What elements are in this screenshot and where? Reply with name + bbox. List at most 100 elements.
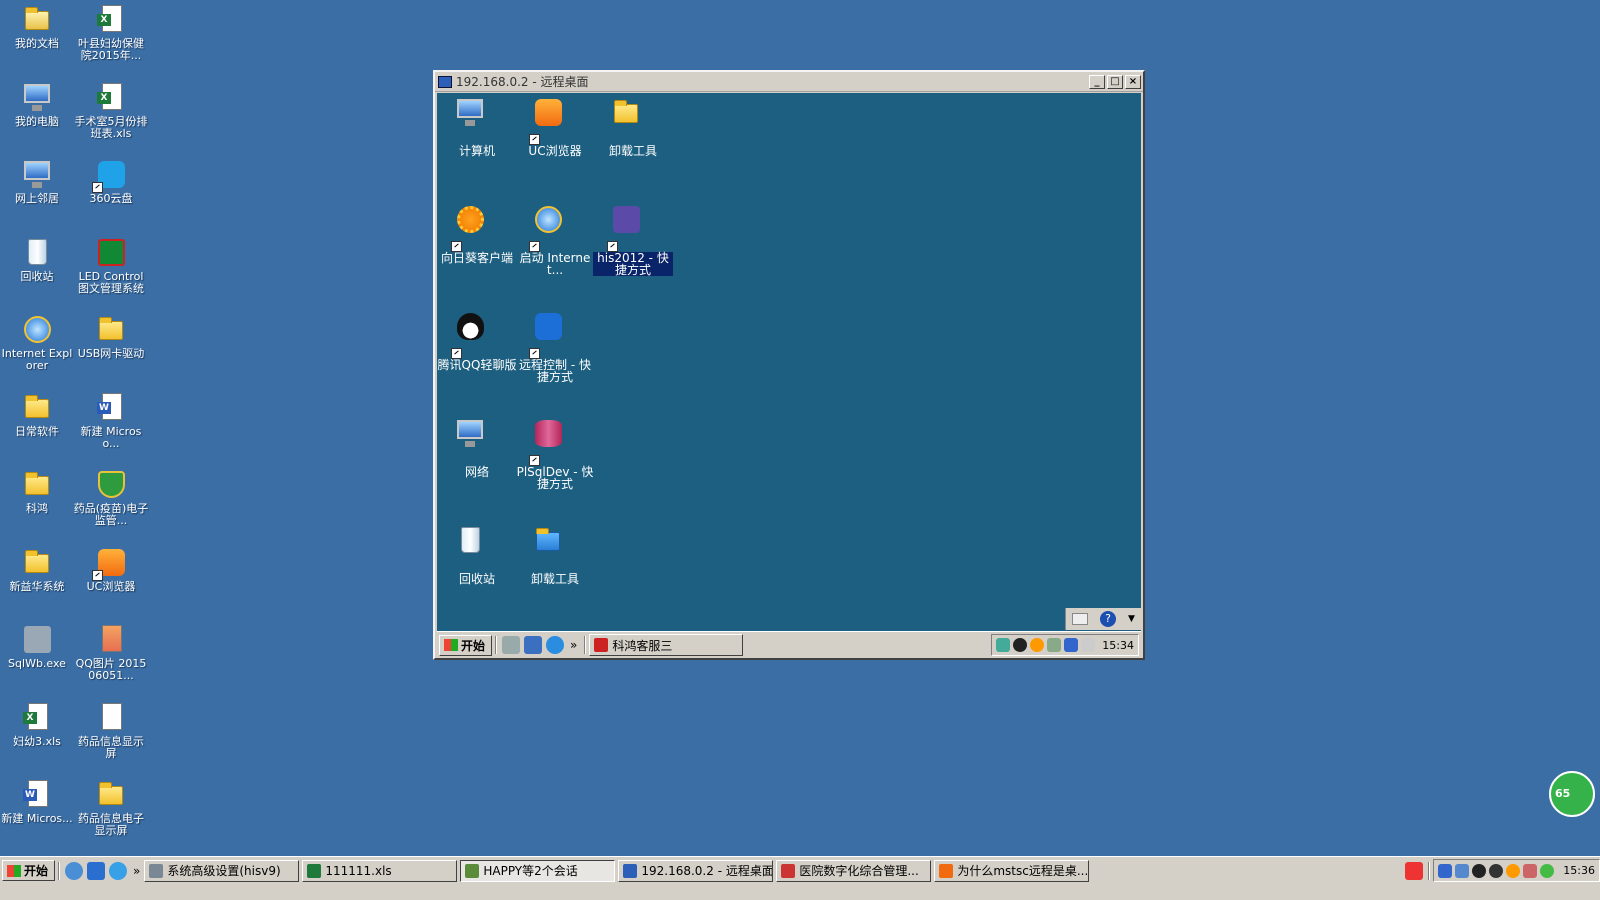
desktop-icon-item[interactable]: 卸载工具 [593, 95, 673, 157]
remote-taskbar: 开始 » 科鸿客服三 15:34 [437, 631, 1141, 658]
desktop-icon-item[interactable]: 卸载工具 [515, 523, 595, 585]
quicklaunch-ie-icon[interactable] [65, 861, 84, 880]
desktop-icon-item[interactable]: 药品信息显示屏 [73, 700, 149, 760]
taskbar-task-button[interactable]: 为什么mstsc远程是桌... [934, 859, 1090, 882]
desktop-icon-item[interactable]: LED Control 图文管理系统 [73, 235, 149, 295]
his-icon [607, 202, 657, 252]
qq-tray-icon[interactable] [1489, 863, 1504, 878]
desktop-icon-item[interactable]: 药品信息电子显示屏 [73, 777, 149, 837]
desktop-icon-label: USB网卡驱动 [77, 347, 145, 360]
shortcut-arrow-icon [607, 241, 618, 252]
desktop-icon-item[interactable]: USB网卡驱动 [73, 312, 149, 360]
task-label: 系统高级设置(hisv9) [167, 864, 281, 878]
image-file-icon [94, 622, 128, 656]
desktop-icon-item[interactable]: W 新建 Microso... [73, 390, 149, 450]
sunflower-tray-icon[interactable] [1506, 863, 1521, 878]
remote-start-button[interactable]: 开始 [439, 634, 493, 656]
task-label: HAPPY等2个会话 [483, 864, 578, 878]
desktop-icon-item[interactable]: 回收站 [0, 235, 75, 283]
remote-window-title: 192.168.0.2 - 远程桌面 [456, 75, 589, 89]
desktop-icon-item[interactable]: 360云盘 [73, 157, 149, 205]
sogou-ime-icon[interactable] [1405, 861, 1424, 880]
volume-muted-icon[interactable] [1081, 638, 1096, 652]
quicklaunch-cloud-icon[interactable] [109, 861, 128, 880]
desktop-icon-label: 360云盘 [89, 192, 133, 205]
close-button[interactable]: × [1125, 74, 1141, 89]
desktop-icon-item[interactable]: 向日葵客户端 [437, 202, 517, 264]
taskbar-task-button[interactable]: 111111.xls [302, 859, 458, 882]
desktop-icon-item[interactable]: X 手术室5月份排班表.xls [73, 80, 149, 140]
qq-tray-icon[interactable] [1013, 638, 1028, 652]
word-file-icon: W [20, 777, 54, 811]
keyboard-icon[interactable] [1072, 613, 1088, 625]
desktop-icon-label: PlSqlDev - 快捷方式 [516, 465, 594, 491]
help-icon[interactable]: ? [1100, 611, 1117, 627]
dropdown-arrow-icon[interactable]: ▼ [1128, 614, 1135, 624]
sunflower-tray-icon[interactable] [1030, 638, 1045, 652]
taskbar-task-button[interactable]: HAPPY等2个会话 [460, 859, 616, 882]
show-desktop-icon[interactable] [524, 636, 543, 654]
remote-toolbar: ? ▼ [1065, 608, 1141, 630]
network-tray-icon[interactable] [1438, 863, 1453, 878]
desktop-icon-item[interactable]: 日常软件 [0, 390, 75, 438]
folder-icon [94, 312, 128, 346]
quicklaunch-app-icon[interactable] [87, 861, 106, 880]
taskbar-task-button[interactable]: 系统高级设置(hisv9) [144, 859, 300, 882]
network-tray-icon[interactable] [1064, 638, 1079, 652]
desktop-icon-item[interactable]: X 妇幼3.xls [0, 700, 75, 748]
taskbar-task-button[interactable]: 192.168.0.2 - 远程桌面 [618, 859, 774, 882]
desktop-icon-label: 腾讯QQ轻聊版 [437, 358, 517, 372]
desktop-icon-item[interactable]: W 新建 Micros... [0, 777, 75, 825]
desktop-icon-label: 妇幼3.xls [13, 734, 61, 748]
start-button[interactable]: 开始 [2, 860, 56, 881]
desktop-icon-item[interactable]: 网上邻居 [0, 157, 75, 205]
desktop-icon-item[interactable]: X 叶县妇幼保健院2015年... [73, 2, 149, 62]
desktop-icon-item[interactable]: his2012 - 快捷方式 [593, 202, 673, 276]
desktop-icon-item[interactable]: 网络 [437, 416, 517, 478]
desktop-icon-item[interactable]: 腾讯QQ轻聊版 [437, 309, 517, 371]
tray-app-icon[interactable] [1540, 863, 1555, 878]
desktop-icon-item[interactable]: 新益华系统 [0, 545, 75, 593]
network-tray-icon[interactable] [1455, 863, 1470, 878]
desktop-icon-item[interactable]: 计算机 [437, 95, 517, 157]
led-control-icon [94, 235, 128, 269]
internet-explorer-icon [529, 202, 579, 252]
internet-explorer-icon[interactable] [546, 636, 565, 654]
tray-app-icon[interactable] [996, 638, 1011, 652]
desktop-icon-item[interactable]: 启动 Internet... [515, 202, 595, 276]
windows-flag-icon [444, 639, 458, 651]
shortcut-arrow-icon [529, 134, 540, 145]
tray-app-icon[interactable] [1523, 863, 1538, 878]
qq-tray-icon[interactable] [1472, 863, 1487, 878]
tray-app-icon[interactable] [1047, 638, 1062, 652]
desktop-icon-label: QQ图片 201506051... [75, 657, 147, 682]
maximize-button[interactable]: □ [1107, 74, 1123, 89]
remote-window-titlebar[interactable]: 192.168.0.2 - 远程桌面 _ □ × [435, 72, 1143, 92]
desktop-icon-item[interactable]: Internet Explorer [0, 312, 75, 372]
more-chevron-icon[interactable]: » [133, 864, 140, 878]
server-manager-icon[interactable] [502, 636, 521, 654]
more-chevron-icon[interactable]: » [570, 638, 577, 652]
remote-desktop-window[interactable]: 192.168.0.2 - 远程桌面 _ □ × 计算机 UC浏览器 卸载工具 向日葵… [433, 70, 1145, 660]
shortcut-arrow-icon [451, 241, 462, 252]
minimize-button[interactable]: _ [1089, 74, 1105, 89]
task-app-icon [781, 863, 796, 878]
desktop-icon-item[interactable]: 我的文档 [0, 2, 75, 50]
desktop-icon-item[interactable]: SqlWb.exe [0, 622, 75, 670]
floating-badge[interactable]: 65 [1549, 771, 1595, 817]
remote-task-kehong[interactable]: 科鸿客服三 [589, 634, 744, 656]
task-app-icon [623, 863, 638, 878]
desktop-icon-item[interactable]: 远程控制 - 快捷方式 [515, 309, 595, 383]
task-app-icon [465, 863, 480, 878]
desktop-icon-item[interactable]: UC浏览器 [73, 545, 149, 593]
desktop-icon-item[interactable]: UC浏览器 [515, 95, 595, 157]
desktop-icon-label: SqlWb.exe [8, 657, 66, 670]
desktop-icon-item[interactable]: QQ图片 201506051... [73, 622, 149, 682]
desktop-icon-item[interactable]: PlSqlDev - 快捷方式 [515, 416, 595, 490]
taskbar-task-button[interactable]: 医院数字化综合管理... [776, 859, 932, 882]
folder-icon [20, 545, 54, 579]
desktop-icon-item[interactable]: 药品(疫苗)电子监管... [73, 467, 149, 527]
desktop-icon-item[interactable]: 科鸿 [0, 467, 75, 515]
desktop-icon-item[interactable]: 我的电脑 [0, 80, 75, 128]
desktop-icon-item[interactable]: 回收站 [437, 523, 517, 585]
